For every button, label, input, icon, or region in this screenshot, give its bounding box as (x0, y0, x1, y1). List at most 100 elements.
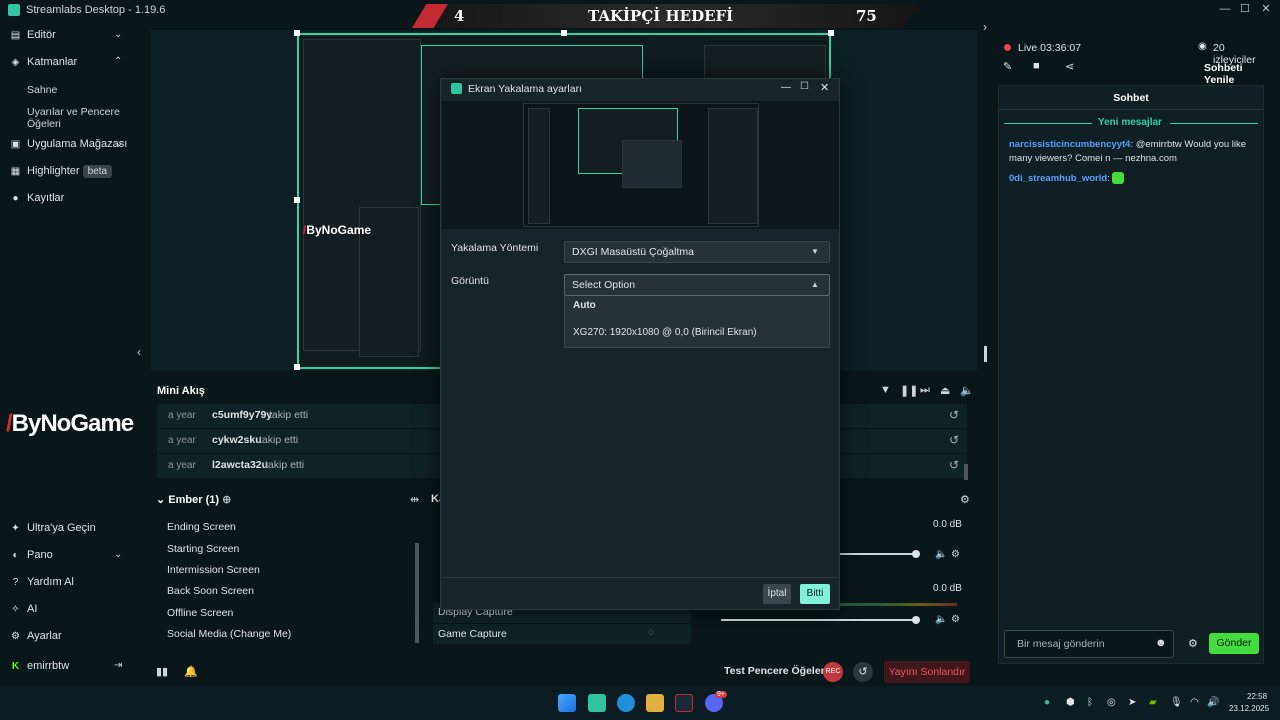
sidebar-item-help[interactable]: ? Yardım Al (0, 571, 134, 595)
close-icon[interactable]: ✕ (1259, 2, 1273, 16)
sidebar-item-layers[interactable]: ◈ Katmanlar ⌃ (0, 51, 134, 75)
capture-method-select[interactable]: DXGI Masaüstü Çoğaltma ▼ (564, 241, 830, 263)
scene-item[interactable]: Back Soon Screen (167, 585, 254, 597)
gear-icon[interactable]: ⚙ (951, 614, 960, 625)
resize-handle[interactable] (294, 197, 300, 203)
replay-icon[interactable]: ↺ (949, 408, 959, 422)
chevron-right-icon[interactable]: › (983, 20, 987, 34)
steam-icon[interactable] (675, 694, 693, 712)
chat-username[interactable]: 0di_streamhub_world (1009, 173, 1107, 184)
dropdown-option[interactable]: Auto (573, 300, 596, 311)
sidebar-item-ultra[interactable]: ✦ Ultra'ya Geçin (0, 517, 134, 541)
skip-icon[interactable]: ⏭ (920, 384, 930, 397)
resize-handle[interactable] (294, 364, 300, 370)
chevron-left-icon[interactable]: ‹ (137, 345, 141, 359)
share-icon[interactable]: ⋖ (1065, 60, 1074, 73)
scene-item[interactable]: Offline Screen (167, 607, 233, 619)
maximize-icon[interactable]: ☐ (800, 81, 809, 92)
scene-item[interactable]: Social Media (Change Me) (167, 628, 291, 640)
highlighter-icon: ▦ (10, 166, 21, 177)
refresh-chat-button[interactable]: Sohbeti Yenile (1204, 62, 1266, 86)
dropdown-option[interactable]: XG270: 1920x1080 @ 0,0 (Birincil Ekran) (573, 327, 757, 338)
end-stream-button[interactable]: Yayını Sonlandır (884, 661, 970, 683)
volume-icon[interactable]: 🔊 (1207, 697, 1219, 708)
feed-scrollbar[interactable] (964, 464, 968, 480)
replay-icon[interactable]: ↺ (949, 433, 959, 447)
app-icon[interactable] (646, 694, 664, 712)
test-widgets-button[interactable]: Test Pencere Öğeleri (724, 665, 828, 677)
emoji-icon[interactable]: ☻ (1155, 637, 1167, 649)
sidebar-item-settings[interactable]: ⚙ Ayarlar (0, 625, 134, 649)
pause-icon[interactable]: ❚❚ (900, 384, 918, 397)
wifi-icon[interactable]: ◠ (1190, 697, 1199, 708)
filter-icon[interactable]: ▼ (880, 384, 891, 396)
visibility-off-icon[interactable]: ◌ (648, 627, 654, 638)
edge-icon[interactable] (617, 694, 635, 712)
volume-slider[interactable] (721, 619, 917, 621)
tray-icon[interactable]: ● (1044, 697, 1050, 708)
chat-input[interactable]: Bir mesaj gönderin ☻ (1004, 630, 1174, 658)
stats-icon[interactable]: ▮▮ (156, 665, 168, 678)
sidebar-subitem-scene[interactable]: Sahne (27, 84, 57, 96)
streamlabs-taskbar-icon[interactable] (588, 694, 606, 712)
emote-icon (1112, 172, 1125, 185)
replay-icon[interactable]: ↺ (949, 458, 959, 472)
steam-tray-icon[interactable]: ◎ (1107, 697, 1116, 708)
add-scene-icon[interactable]: ⊕ (222, 494, 231, 506)
resize-handle[interactable] (828, 30, 834, 36)
cancel-button[interactable]: İptal (763, 584, 791, 604)
transition-icon[interactable]: ⇹ (410, 493, 419, 506)
sidebar-item-highlighter[interactable]: ▦ Highlighter beta (0, 160, 134, 184)
source-item[interactable]: Game Capture ◌ (433, 624, 691, 644)
scene-item[interactable]: Intermission Screen (167, 564, 260, 576)
minimize-icon[interactable]: — (781, 82, 791, 93)
gear-icon[interactable]: ⚙ (951, 549, 960, 560)
volume-slider-handle[interactable] (912, 616, 920, 624)
volume-icon[interactable]: 🔈 (935, 614, 947, 625)
resize-handle[interactable] (984, 346, 987, 362)
record-button[interactable]: REC (823, 662, 843, 682)
done-button[interactable]: Bitti (800, 584, 830, 604)
windows-start-icon[interactable] (558, 694, 576, 712)
minimize-icon[interactable]: — (1218, 2, 1232, 16)
edit-icon[interactable]: ✎ (1003, 60, 1012, 73)
volume-slider[interactable] (839, 553, 917, 555)
volume-slider-handle[interactable] (912, 550, 920, 558)
clock-time[interactable]: 22:58 (1247, 692, 1267, 701)
resize-handle[interactable] (294, 30, 300, 36)
replay-buffer-icon[interactable]: ↺ (853, 662, 873, 682)
sidebar-item-app-store[interactable]: ▣ Uygulama Mağazası ⌄ (0, 133, 134, 157)
tray-icon[interactable]: ⬢ (1066, 697, 1075, 708)
chat-username[interactable]: narcissisticincumbencyyt4 (1009, 139, 1130, 150)
scene-item[interactable]: Ending Screen (167, 521, 236, 533)
sidebar-user[interactable]: K emirrbtw ⇥ (0, 655, 134, 679)
resize-handle[interactable] (561, 30, 567, 36)
scene-item[interactable]: Starting Screen (167, 543, 239, 555)
chat-settings-icon[interactable]: ⚙ (1188, 637, 1198, 650)
sidebar-item-editor[interactable]: ▤ Editör ⌄ (0, 24, 134, 48)
sidebar-item-dashboard[interactable]: ◐ Pano ⌄ (0, 544, 134, 568)
volume-icon[interactable]: 🔈 (960, 384, 974, 397)
clock-date[interactable]: 23.12.2025 (1229, 704, 1269, 713)
scene-collection-title[interactable]: ⌄ Ember (1) ⊕ (156, 493, 231, 506)
volume-icon[interactable]: 🔈 (935, 549, 947, 560)
sidebar-subitem-alerts[interactable]: Uyarılar ve Pencere Öğeleri (27, 106, 127, 130)
display-select[interactable]: Select Option ▲ (564, 274, 830, 296)
maximize-icon[interactable]: ☐ (1238, 2, 1252, 16)
send-button[interactable]: Gönder (1209, 633, 1259, 654)
sidebar-item-recordings[interactable]: ● Kayıtlar (0, 187, 134, 211)
telegram-icon[interactable]: ➤ (1128, 697, 1136, 708)
mixer-settings-icon[interactable]: ⚙ (960, 493, 970, 506)
mute-icon[interactable]: ⏏ (940, 384, 950, 397)
notification-bell-icon[interactable]: 🔔 (184, 665, 198, 678)
nvidia-icon[interactable]: ▰ (1149, 697, 1157, 708)
sidebar-item-ai[interactable]: ✧ AI (0, 598, 134, 622)
microphone-icon[interactable]: 🎙 (1170, 697, 1183, 708)
bluetooth-icon[interactable]: ᛒ (1087, 697, 1093, 708)
new-messages-divider: Yeni mesajlar (1004, 116, 1258, 130)
logout-icon[interactable]: ⇥ (114, 660, 122, 671)
scenes-scrollbar[interactable] (415, 543, 419, 643)
mixer-level: 0.0 dB (933, 519, 962, 530)
close-icon[interactable]: ✕ (820, 81, 829, 94)
camera-icon[interactable]: ■ (1033, 60, 1040, 72)
